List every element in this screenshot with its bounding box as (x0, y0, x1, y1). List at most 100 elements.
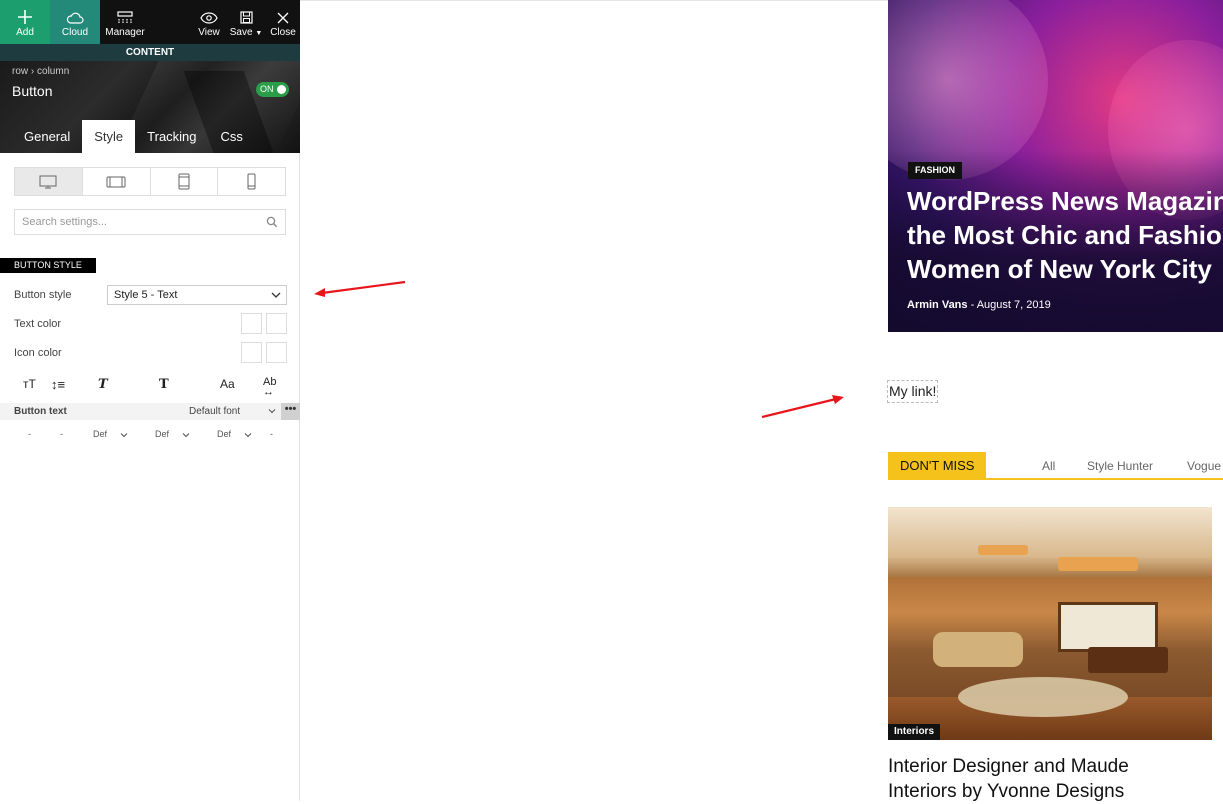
view-label: View (198, 27, 220, 38)
button-style-select[interactable]: Style 5 - Text (107, 285, 287, 305)
cloud-button[interactable]: Cloud (50, 0, 100, 44)
icon-color-swatch[interactable] (241, 342, 262, 363)
toggle-label: ON (260, 84, 274, 94)
hero-title-line: Women of New York City (907, 254, 1212, 284)
typography-controls: ᴛT ↕≡ T T Aa Ab ↔ (0, 377, 300, 398)
tab-tracking[interactable]: Tracking (135, 120, 208, 153)
image-window (1058, 602, 1158, 652)
save-label: Save ▼ (230, 27, 263, 38)
font-weight-value[interactable]: Def (155, 429, 169, 439)
manager-button[interactable]: Manager (100, 0, 150, 44)
view-button[interactable]: View (192, 0, 226, 44)
article-title[interactable]: Interior Designer and Maude Interiors by… (888, 754, 1218, 804)
close-button[interactable]: Close (266, 0, 300, 44)
chevron-down-icon (120, 433, 128, 438)
text-color-label: Text color (14, 318, 62, 330)
text-color-swatch[interactable] (241, 313, 262, 334)
content-section-label: CONTENT (0, 44, 300, 61)
mobile-icon (247, 173, 256, 190)
article-title-line: Interiors by Yvonne Designs (888, 781, 1125, 802)
cloud-icon (66, 12, 84, 24)
post-date: August 7, 2019 (976, 299, 1051, 311)
save-button[interactable]: Save ▼ (226, 0, 266, 44)
chevron-down-icon (182, 433, 190, 438)
settings-tabs: General Style Tracking Css (12, 120, 255, 153)
device-tablet-portrait[interactable] (151, 168, 219, 195)
editor-panel: Add Cloud Manager View Save ▼ Close CONT… (0, 0, 300, 801)
button-style-group-label: BUTTON STYLE (0, 258, 96, 273)
font-weight-icon[interactable]: T (159, 377, 169, 392)
breadcrumb-column[interactable]: column (37, 66, 69, 77)
tablet-portrait-icon (178, 173, 190, 190)
more-options-button[interactable]: ••• (281, 403, 300, 420)
hero-meta: Armin Vans - August 7, 2019 (907, 299, 1051, 311)
font-size-icon[interactable]: ᴛT (23, 377, 36, 391)
search-input[interactable] (15, 210, 255, 234)
breadcrumb: row › column (12, 66, 69, 77)
device-mobile[interactable] (218, 168, 285, 195)
tab-style[interactable]: Style (82, 120, 136, 153)
author-link[interactable]: Armin Vans (907, 299, 968, 311)
manager-label: Manager (105, 27, 145, 38)
line-height-icon[interactable]: ↕≡ (51, 377, 65, 392)
letter-spacing-icon[interactable]: Ab ↔ (263, 377, 276, 398)
image-pool-table (1088, 647, 1168, 673)
close-icon (277, 12, 289, 24)
device-desktop[interactable] (15, 168, 83, 195)
letter-spacing-value[interactable]: - (270, 429, 273, 439)
annotation-arrow-icon (314, 280, 406, 297)
font-size-value[interactable]: - (28, 429, 31, 439)
cloud-label: Cloud (61, 27, 89, 38)
button-style-label: Button style (14, 289, 72, 301)
chevron-down-icon (268, 409, 276, 414)
icon-color-hover-swatch[interactable] (266, 342, 287, 363)
image-light (978, 545, 1028, 555)
tab-all[interactable]: All (1042, 459, 1055, 473)
article-image[interactable] (888, 507, 1212, 740)
image-ceiling (888, 507, 1212, 577)
font-family-select[interactable]: Default font (189, 406, 240, 417)
close-label: Close (270, 27, 296, 38)
save-icon (239, 11, 253, 24)
button-style-value: Style 5 - Text (114, 289, 178, 301)
line-height-value[interactable]: - (60, 429, 63, 439)
category-badge[interactable]: FASHION (908, 162, 963, 179)
plus-icon (18, 10, 32, 24)
text-transform-value[interactable]: Def (217, 429, 231, 439)
desktop-icon (39, 175, 57, 188)
add-label: Add (16, 27, 34, 38)
tab-css[interactable]: Css (209, 120, 255, 153)
hero-title[interactable]: WordPress News Magazin the Most Chic and… (907, 184, 1223, 286)
eye-icon (200, 12, 218, 24)
image-rug (958, 677, 1128, 717)
text-transform-icon[interactable]: Aa (220, 377, 235, 391)
toggle-knob (277, 85, 286, 94)
device-tablet-landscape[interactable] (83, 168, 151, 195)
tablet-landscape-icon (106, 176, 126, 187)
annotation-arrow-icon (761, 395, 844, 419)
button-text-typography-row: Button text Default font ••• (0, 403, 300, 420)
article-title-line: Interior Designer and Maude (888, 756, 1129, 777)
chevron-down-icon (244, 433, 252, 438)
element-toggle[interactable]: ON (256, 82, 289, 97)
category-badge[interactable]: Interiors (888, 724, 941, 740)
breadcrumb-row[interactable]: row (12, 66, 28, 77)
tab-vogue[interactable]: Vogue (1187, 459, 1221, 473)
hero-title-line: the Most Chic and Fashion (907, 220, 1223, 250)
image-sofa (933, 632, 1023, 667)
font-style-value[interactable]: Def (93, 429, 107, 439)
settings-search (14, 209, 286, 235)
tab-general[interactable]: General (12, 120, 82, 153)
hero-title-line: WordPress News Magazin (907, 186, 1223, 216)
font-style-icon[interactable]: T (98, 377, 108, 392)
add-button[interactable]: Add (0, 0, 50, 44)
meta-separator: - (970, 299, 975, 311)
text-color-hover-swatch[interactable] (266, 313, 287, 334)
element-title: Button (12, 83, 53, 99)
my-link-button[interactable]: My link! (887, 380, 939, 403)
editor-toolbar: Add Cloud Manager View Save ▼ Close (0, 0, 300, 44)
save-text: Save (229, 27, 253, 38)
search-icon[interactable] (266, 216, 278, 228)
tab-style-hunter[interactable]: Style Hunter (1087, 459, 1153, 473)
